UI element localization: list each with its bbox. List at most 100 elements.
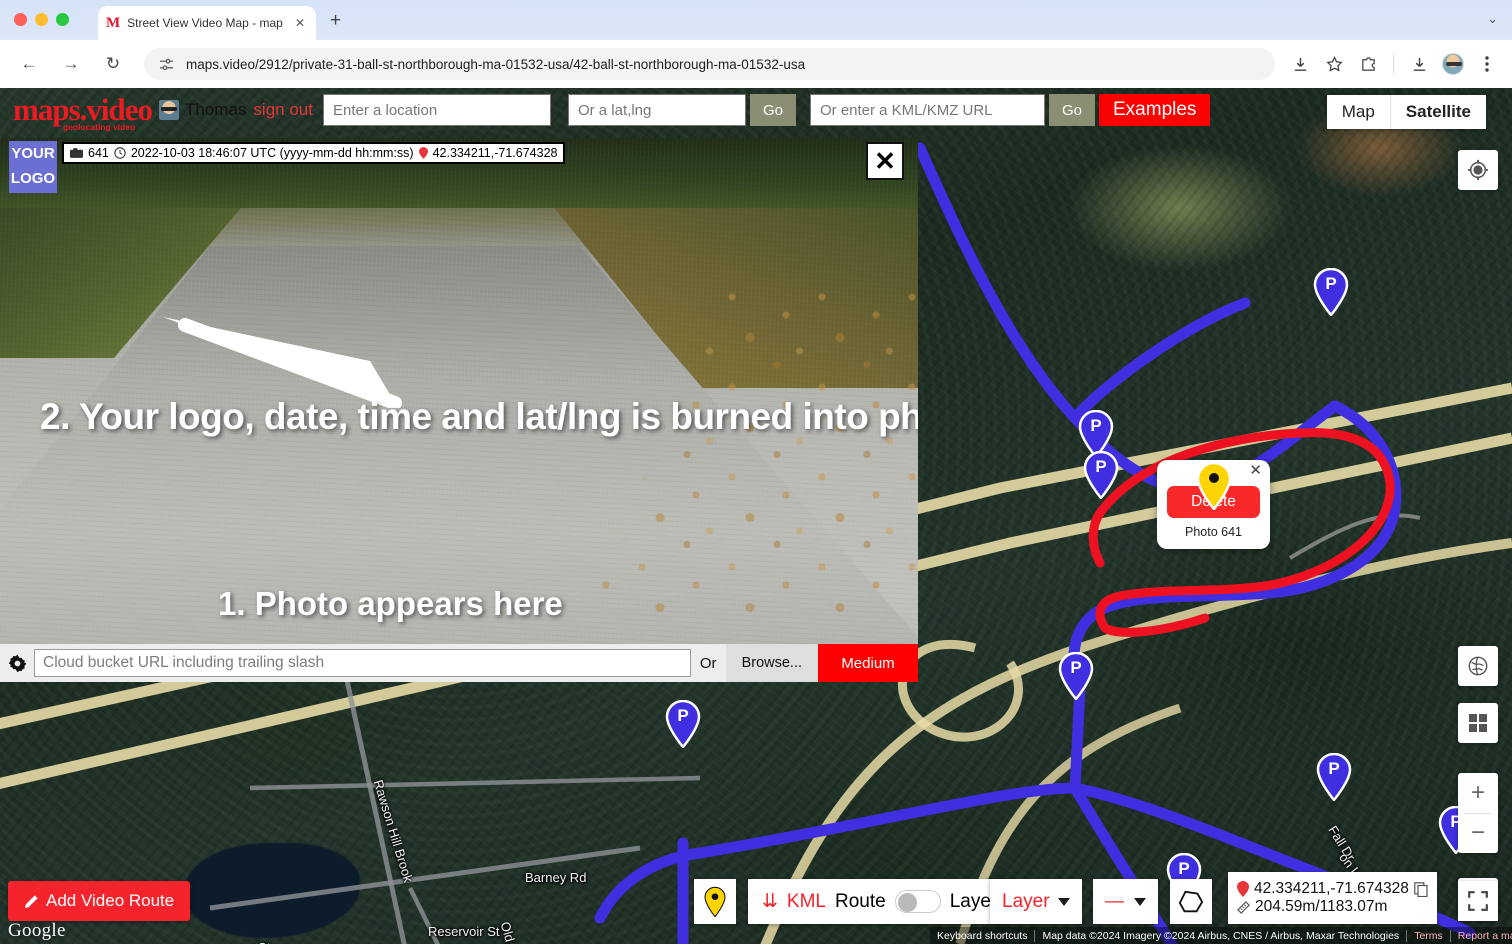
kml-label: KML	[786, 890, 826, 912]
app-header: maps.video geolocating video Thomas sign…	[0, 88, 1512, 132]
map-pin-icon	[1237, 881, 1249, 897]
add-video-route-button[interactable]: Add Video Route	[8, 881, 191, 921]
my-location-button[interactable]	[1458, 150, 1498, 190]
chevron-down-icon	[1134, 897, 1146, 906]
avatar	[159, 100, 179, 120]
back-button[interactable]: ←	[12, 47, 46, 81]
copy-icon[interactable]	[1414, 881, 1428, 897]
shape-tool-button[interactable]	[1170, 879, 1212, 924]
my-location-icon	[1467, 159, 1489, 181]
map-marker-p[interactable]: P	[1083, 451, 1119, 499]
reload-button[interactable]: ↻	[96, 47, 130, 81]
chevron-down-icon	[1057, 897, 1070, 906]
zoom-controls[interactable]: + −	[1458, 773, 1498, 853]
close-icon[interactable]: ✕	[292, 16, 308, 30]
three-dot-menu-icon[interactable]	[1472, 49, 1502, 79]
map-marker-selected-photo[interactable]	[1196, 462, 1232, 510]
browser-tab[interactable]: M Street View Video Map - map ✕	[98, 6, 316, 40]
download-icon[interactable]	[1285, 49, 1315, 79]
coords-value: 42.334211,-71.674328	[1254, 880, 1409, 897]
brand-tagline: geolocating video	[63, 122, 136, 132]
zoom-out-button[interactable]: −	[1458, 813, 1498, 853]
bookmark-star-icon[interactable]	[1319, 49, 1349, 79]
go-button[interactable]: Go	[749, 94, 796, 126]
latlng-input-placeholder: Or a lat,lng	[577, 101, 652, 119]
map-type-satellite[interactable]: Satellite	[1389, 95, 1486, 129]
settings-button[interactable]	[0, 653, 34, 674]
keyboard-shortcuts-link[interactable]: Keyboard shortcuts	[930, 930, 1034, 942]
zoom-in-button[interactable]: +	[1458, 773, 1498, 813]
google-logo: Google	[8, 920, 66, 941]
download-arrows-icon: ⇊	[762, 891, 778, 912]
marker-label: P	[1178, 859, 1190, 878]
burned-metadata-bar: 641 2022-10-03 18:46:07 UTC (yyyy-mm-dd …	[62, 142, 566, 164]
sign-out-link[interactable]: sign out	[253, 100, 313, 120]
kml-route-layer-control[interactable]: ⇊ KML Route Layer	[748, 879, 1012, 924]
app-root: Rawson Hill Brook Barney Rd Reservoir St…	[0, 0, 1512, 944]
logo-line-2: LOGO	[10, 170, 56, 187]
map-marker-p[interactable]: P	[1316, 753, 1352, 801]
add-video-route-label: Add Video Route	[46, 891, 175, 910]
burned-timestamp: 2022-10-03 18:46:07 UTC (yyyy-mm-dd hh:m…	[130, 146, 414, 160]
close-icon[interactable]: ✕	[1249, 463, 1262, 478]
logo-line-1: YOUR	[11, 145, 55, 162]
photo-preview-panel[interactable]: YOUR LOGO 641 2022-10-03 18:46:07 UTC (y…	[0, 138, 918, 682]
close-photo-button[interactable]: ✕	[866, 142, 904, 180]
extensions-icon[interactable]	[1353, 49, 1383, 79]
burned-photo-id: 641	[88, 146, 109, 160]
marker-label: P	[677, 706, 689, 725]
burned-logo-placeholder: YOUR LOGO	[9, 141, 57, 193]
examples-button[interactable]: Examples	[1099, 94, 1211, 126]
clock-icon	[114, 147, 126, 159]
grid-view-button[interactable]	[1458, 703, 1498, 743]
terms-link[interactable]: Terms	[1406, 929, 1450, 942]
route-label: Route	[835, 890, 886, 912]
marker-label: P	[1090, 416, 1102, 435]
map-marker-p[interactable]: P	[1313, 268, 1349, 316]
route-layer-toggle[interactable]	[894, 890, 941, 913]
tab-title: Street View Video Map - map	[127, 16, 283, 30]
location-input[interactable]: Enter a location	[322, 94, 551, 126]
forward-button[interactable]: →	[54, 47, 88, 81]
globe-view-button[interactable]	[1458, 646, 1498, 686]
cloud-bucket-placeholder: Cloud bucket URL including trailing slas…	[43, 654, 325, 671]
location-input-placeholder: Enter a location	[332, 101, 438, 119]
grid-icon	[1469, 714, 1487, 732]
downloads-icon[interactable]	[1404, 49, 1434, 79]
map-attribution: Keyboard shortcuts Map data ©2024 Imager…	[930, 927, 1512, 944]
window-traffic-lights[interactable]	[14, 13, 69, 26]
or-label: Or	[699, 654, 717, 672]
latlng-input[interactable]: Or a lat,lng	[567, 94, 746, 126]
profile-avatar[interactable]	[1438, 49, 1468, 79]
gear-icon	[8, 654, 26, 672]
marker-tool-button[interactable]	[694, 879, 736, 924]
quality-button[interactable]: Medium	[818, 644, 918, 682]
cloud-bucket-url-input[interactable]: Cloud bucket URL including trailing slas…	[34, 649, 691, 677]
go2-button[interactable]: Go	[1048, 94, 1095, 126]
tune-icon[interactable]	[158, 56, 174, 72]
maximize-window-button[interactable]	[56, 13, 69, 26]
new-tab-button[interactable]: +	[330, 11, 341, 30]
chevron-down-icon[interactable]: ⌄	[1487, 11, 1498, 27]
coords-row: 42.334211,-71.674328	[1237, 880, 1428, 898]
coordinates-readout[interactable]: 42.334211,-71.674328 204.59m/1183.07m	[1228, 872, 1437, 924]
layer-dropdown[interactable]: Layer	[990, 879, 1082, 924]
report-error-link[interactable]: Report a map error	[1449, 929, 1512, 942]
browse-button[interactable]: Browse...	[725, 644, 818, 682]
marker-label: P	[1095, 457, 1107, 476]
kml-url-input[interactable]: Or enter a KML/KMZ URL	[809, 94, 1045, 126]
marker-label: P	[1328, 759, 1340, 778]
map-type-switcher[interactable]: Map Satellite	[1326, 95, 1486, 129]
address-bar[interactable]: maps.video/2912/private-31-ball-st-north…	[144, 48, 1275, 80]
map-marker-p[interactable]: P	[1058, 652, 1094, 700]
map-data-text: Map data ©2024 Imagery ©2024 Airbus, CNE…	[1034, 929, 1406, 942]
annotation-step-2: 2. Your logo, date, time and lat/lng is …	[40, 396, 918, 437]
close-window-button[interactable]	[14, 13, 27, 26]
line-style-dropdown[interactable]: —	[1093, 879, 1158, 924]
brand-logo[interactable]: maps.video geolocating video	[13, 94, 153, 132]
globe-icon	[1468, 656, 1488, 676]
map-marker-p[interactable]: P	[665, 700, 701, 748]
bottom-fullscreen-button[interactable]	[1458, 881, 1498, 921]
minimize-window-button[interactable]	[35, 13, 48, 26]
map-type-map[interactable]: Map	[1327, 95, 1390, 129]
